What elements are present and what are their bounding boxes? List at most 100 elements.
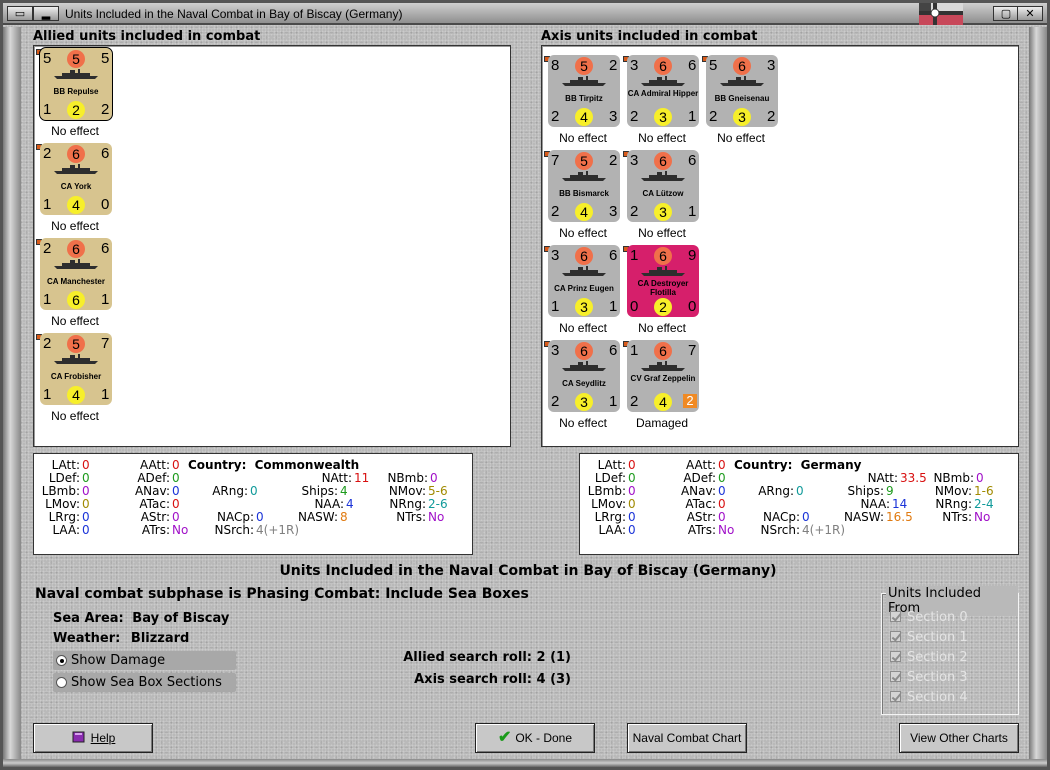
counter-bottom-right: 1 (609, 393, 618, 410)
unit-counter[interactable]: 3 6 6 CA Seydlitz 2 3 1 No effect (544, 340, 622, 434)
close-button[interactable]: ✕ (1017, 6, 1043, 21)
counter-top-left: 3 (551, 342, 560, 359)
counter-bottom-center: 6 (67, 291, 85, 309)
window-menu-button[interactable]: ▭ (7, 6, 33, 21)
naval-combat-chart-button[interactable]: Naval Combat Chart (627, 723, 747, 753)
ship-silhouette-icon (54, 67, 98, 79)
ok-done-button[interactable]: ✔ OK - Done (475, 723, 595, 753)
stat-label: Ships: (847, 484, 884, 498)
radio-dot[interactable] (56, 677, 67, 688)
unit-status: No effect (51, 124, 99, 138)
stat-label: NASW: (843, 510, 884, 524)
stat-value: 8 (340, 510, 348, 524)
unit-counter[interactable]: 1 6 7 CV Graf Zeppelin 2 4 2 Damaged (623, 340, 701, 434)
counter-face[interactable]: 1 6 9 CA Destroyer Flotilla 0 2 0 (627, 245, 699, 317)
counter-face[interactable]: 8 5 2 BB Tirpitz 2 4 3 (548, 55, 620, 127)
counter-face[interactable]: 1 6 7 CV Graf Zeppelin 2 4 2 (627, 340, 699, 412)
book-icon (71, 724, 87, 752)
section-1-checkbox[interactable]: Section 1 (890, 630, 968, 645)
restore-button[interactable]: ▢ (993, 6, 1019, 21)
counter-face[interactable]: 3 6 6 CA Seydlitz 2 3 1 (548, 340, 620, 412)
counter-face[interactable]: 3 6 6 CA Lützow 2 3 1 (627, 150, 699, 222)
counter-face[interactable]: 3 6 6 CA Prinz Eugen 1 3 1 (548, 245, 620, 317)
counter-top-left: 1 (630, 342, 639, 359)
stat-label: ATrs: (687, 523, 716, 537)
show-damage-radio[interactable]: Show Damage (53, 651, 236, 670)
counter-bottom-right: 3 (609, 108, 618, 125)
counter-top-center: 6 (654, 247, 672, 265)
radio-dot-selected[interactable] (56, 655, 67, 666)
counter-bottom-left: 2 (630, 108, 639, 125)
counter-bottom-right: 2 (683, 394, 697, 408)
stat-value: No (718, 523, 735, 537)
ship-silhouette-icon (562, 264, 606, 276)
counter-face[interactable]: 2 5 7 CA Frobisher 1 4 1 (40, 333, 112, 405)
stat-value: No (428, 510, 445, 524)
stat-label: LBmb: (41, 484, 80, 498)
stat-label: Ships: (301, 484, 338, 498)
stat-label: AAtt: (686, 458, 716, 472)
counter-bottom-right: 1 (609, 298, 618, 315)
stat-label: ANav: (680, 484, 716, 498)
section-3-checkbox[interactable]: Section 3 (890, 670, 968, 685)
counter-face[interactable]: 3 6 6 CA Admiral Hipper 2 3 1 (627, 55, 699, 127)
unit-counter[interactable]: 3 6 6 CA Admiral Hipper 2 3 1 No effect (623, 55, 701, 149)
unit-counter[interactable]: 7 5 2 BB Bismarck 2 4 3 No effect (544, 150, 622, 244)
counter-bottom-center: 2 (67, 101, 85, 119)
allied-units-panel[interactable]: 5 5 5 BB Repulse 1 2 2 No effect 2 6 6 CA York 1 4 0 No… (33, 45, 511, 447)
counter-bottom-center: 3 (654, 108, 672, 126)
counter-bottom-center: 3 (575, 298, 593, 316)
stat-ntrs: NTrs: (926, 511, 972, 524)
section-0-checkbox[interactable]: Section 0 (890, 610, 968, 625)
counter-bottom-right: 0 (101, 196, 110, 213)
counter-top-center: 6 (654, 152, 672, 170)
counter-face[interactable]: 7 5 2 BB Bismarck 2 4 3 (548, 150, 620, 222)
unit-status: No effect (51, 219, 99, 233)
stat-ntrs: NTrs: (380, 511, 426, 524)
ship-silhouette-icon (641, 359, 685, 371)
stat-label: ADef: (683, 471, 716, 485)
german-flag-icon (919, 3, 963, 25)
counter-top-right: 6 (688, 152, 697, 169)
stat-label: LAtt: (51, 458, 80, 472)
unit-counter[interactable]: 3 6 6 CA Prinz Eugen 1 3 1 No effect (544, 245, 622, 339)
other-charts-label: View Other Charts (910, 731, 1008, 745)
counter-top-right: 2 (609, 57, 618, 74)
counter-top-center: 6 (67, 240, 85, 258)
ship-silhouette-icon (562, 359, 606, 371)
country-line: Country: Commonwealth (188, 458, 359, 472)
counter-bottom-left: 1 (43, 386, 52, 403)
unit-counter[interactable]: 3 6 6 CA Lützow 2 3 1 No effect (623, 150, 701, 244)
unit-counter[interactable]: 1 6 9 CA Destroyer Flotilla 0 2 0 No effect (623, 245, 701, 339)
counter-face[interactable]: 5 5 5 BB Repulse 1 2 2 (39, 47, 113, 121)
counter-top-center: 6 (67, 145, 85, 163)
unit-counter[interactable]: 8 5 2 BB Tirpitz 2 4 3 No effect (544, 55, 622, 149)
counter-face[interactable]: 2 6 6 CA York 1 4 0 (40, 143, 112, 215)
view-other-charts-button[interactable]: View Other Charts (899, 723, 1019, 753)
counter-bottom-center: 4 (654, 393, 672, 411)
counter-bottom-center: 4 (67, 196, 85, 214)
show-sea-box-radio[interactable]: Show Sea Box Sections (53, 673, 236, 692)
axis-units-panel[interactable]: 8 5 2 BB Tirpitz 2 4 3 No effect 3 6 6 CA Admiral H… (541, 45, 1019, 447)
help-button[interactable]: Help (33, 723, 153, 753)
counter-unit-name: CA Seydlitz (562, 379, 606, 388)
unit-counter[interactable]: 2 5 7 CA Frobisher 1 4 1 No effect (36, 333, 114, 427)
counter-top-center: 5 (575, 57, 593, 75)
minimize-button[interactable]: ▂ (33, 6, 59, 21)
stat-label: NAtt: (321, 471, 352, 485)
sea-area-label: Sea Area: (53, 611, 124, 626)
stat-value: 4(+1R) (256, 523, 300, 537)
stat-arng: ARng: (202, 485, 248, 498)
unit-counter[interactable]: 2 6 6 CA Manchester 1 6 1 No effect (36, 238, 114, 332)
unit-counter[interactable]: 5 5 5 BB Repulse 1 2 2 No effect (36, 47, 114, 142)
unit-counter[interactable]: 2 6 6 CA York 1 4 0 No effect (36, 143, 114, 237)
counter-face[interactable]: 5 6 3 BB Gneisenau 2 3 2 (706, 55, 778, 127)
section-2-checkbox[interactable]: Section 2 (890, 650, 968, 665)
stat-label: NSrch: (214, 523, 254, 537)
counter-face[interactable]: 2 6 6 CA Manchester 1 6 1 (40, 238, 112, 310)
counter-top-left: 3 (630, 57, 639, 74)
unit-counter[interactable]: 5 6 3 BB Gneisenau 2 3 2 No effect (702, 55, 780, 149)
counter-top-right: 7 (688, 342, 697, 359)
section-4-checkbox[interactable]: Section 4 (890, 690, 968, 705)
counter-unit-name: BB Tirpitz (565, 94, 603, 103)
